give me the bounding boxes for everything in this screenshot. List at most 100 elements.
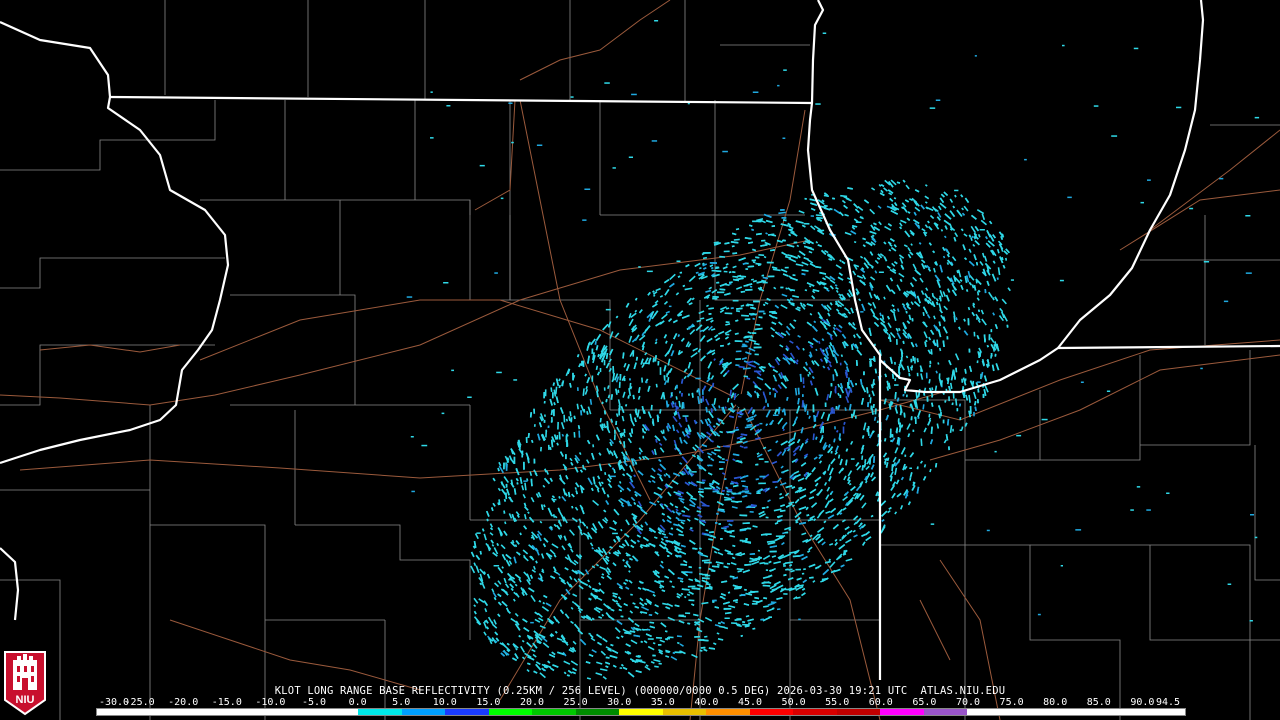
echo-speckle xyxy=(734,340,743,343)
echo-speckle xyxy=(742,343,745,346)
echo-speckle xyxy=(723,270,728,273)
echo-speckle xyxy=(704,487,712,490)
echo-speckle xyxy=(723,250,730,253)
echo-speckle xyxy=(804,197,807,200)
echo-speckle xyxy=(712,601,715,603)
echo-speckle xyxy=(976,360,979,364)
echo-speckle xyxy=(863,371,865,376)
echo-speckle xyxy=(557,421,559,430)
echo-speckle xyxy=(916,372,919,377)
echo-speckle xyxy=(792,274,796,277)
echo-speckle xyxy=(632,350,635,357)
echo-speckle xyxy=(566,442,569,447)
echo-speckle xyxy=(769,391,771,395)
echo-speckle xyxy=(521,450,524,458)
echo-speckle xyxy=(572,372,574,381)
echo-speckle xyxy=(905,394,908,398)
echo-speckle xyxy=(619,374,622,381)
echo-speckle xyxy=(952,393,955,399)
echo-speckle xyxy=(732,299,739,302)
echo-speckle xyxy=(973,411,975,417)
echo-speckle xyxy=(688,393,690,396)
echo-speckle xyxy=(533,424,536,427)
echo-speckle xyxy=(898,366,900,374)
echo-speckle xyxy=(704,561,712,564)
echo-speckle xyxy=(758,482,766,485)
echo-speckle xyxy=(750,590,753,593)
echo-speckle xyxy=(793,241,798,244)
echo-speckle xyxy=(613,434,616,441)
echo-speckle xyxy=(900,357,903,362)
echo-speckle xyxy=(618,404,621,410)
echo-speckle xyxy=(835,405,838,410)
echo-speckle xyxy=(715,522,718,524)
echo-speckle xyxy=(897,437,900,442)
echo-speckle xyxy=(867,402,870,408)
echo-speckle xyxy=(543,419,546,423)
echo-speckle xyxy=(645,380,648,384)
echo-speckle xyxy=(612,366,615,374)
echo-speckle xyxy=(973,331,976,337)
echo-speckle xyxy=(830,383,833,387)
echo-speckle xyxy=(565,435,568,443)
echo-speckle xyxy=(730,307,734,310)
echo-speckle xyxy=(751,332,757,334)
echo-speckle xyxy=(708,464,713,467)
echo-speckle xyxy=(748,313,755,315)
echo-speckle xyxy=(725,321,730,324)
echo-speckle xyxy=(765,569,769,572)
echo-speckle xyxy=(679,271,683,274)
echo-speckle xyxy=(752,220,759,223)
echo-speckle xyxy=(925,372,928,379)
echo-speckle xyxy=(652,654,656,657)
echo-speckle xyxy=(533,458,536,464)
echo-speckle xyxy=(735,350,742,353)
echo-speckle xyxy=(801,572,805,575)
echo-speckle xyxy=(659,367,662,375)
echo-speckle xyxy=(990,329,993,333)
echo-speckle xyxy=(543,392,546,399)
echo-speckle xyxy=(698,491,704,493)
echo-speckle xyxy=(730,496,735,499)
echo-speckle xyxy=(709,261,717,264)
echo-speckle xyxy=(716,270,722,273)
echo-speckle xyxy=(740,435,743,438)
echo-speckle xyxy=(744,588,747,591)
echo-speckle xyxy=(576,387,579,391)
echo-speckle xyxy=(758,458,764,460)
echo-speckle xyxy=(765,533,772,535)
echo-speckle xyxy=(897,418,900,422)
echo-speckle xyxy=(766,261,774,264)
echo-speckle xyxy=(700,398,703,403)
echo-speckle xyxy=(810,215,814,217)
echo-speckle xyxy=(717,291,725,294)
echo-speckle xyxy=(708,312,712,315)
echo-speckle xyxy=(952,428,954,432)
echo-speckle xyxy=(550,417,553,422)
echo-speckle xyxy=(723,607,732,610)
echo-speckle xyxy=(771,312,778,314)
echo-speckle xyxy=(758,310,765,313)
echo-speckle xyxy=(700,646,706,649)
echo-speckle xyxy=(894,378,897,382)
echo-speckle xyxy=(909,477,912,481)
echo-speckle xyxy=(729,282,732,285)
echo-speckle xyxy=(783,565,786,567)
echo-speckle xyxy=(765,399,767,403)
echo-speckle xyxy=(513,456,516,464)
echo-speckle xyxy=(982,393,985,399)
echo-speckle xyxy=(583,409,586,413)
echo-speckle xyxy=(552,392,554,399)
echo-speckle xyxy=(977,399,979,404)
echo-speckle xyxy=(968,348,971,353)
echo-speckle xyxy=(868,394,871,398)
echo-speckle xyxy=(758,220,762,223)
echo-speckle xyxy=(603,359,606,366)
echo-speckle xyxy=(544,389,547,397)
echo-speckle xyxy=(822,426,825,433)
echo-speckle xyxy=(784,266,789,269)
echo-speckle xyxy=(781,217,787,219)
echo-speckle xyxy=(774,392,777,398)
echo-speckle xyxy=(629,378,631,381)
echo-speckle xyxy=(533,408,536,414)
